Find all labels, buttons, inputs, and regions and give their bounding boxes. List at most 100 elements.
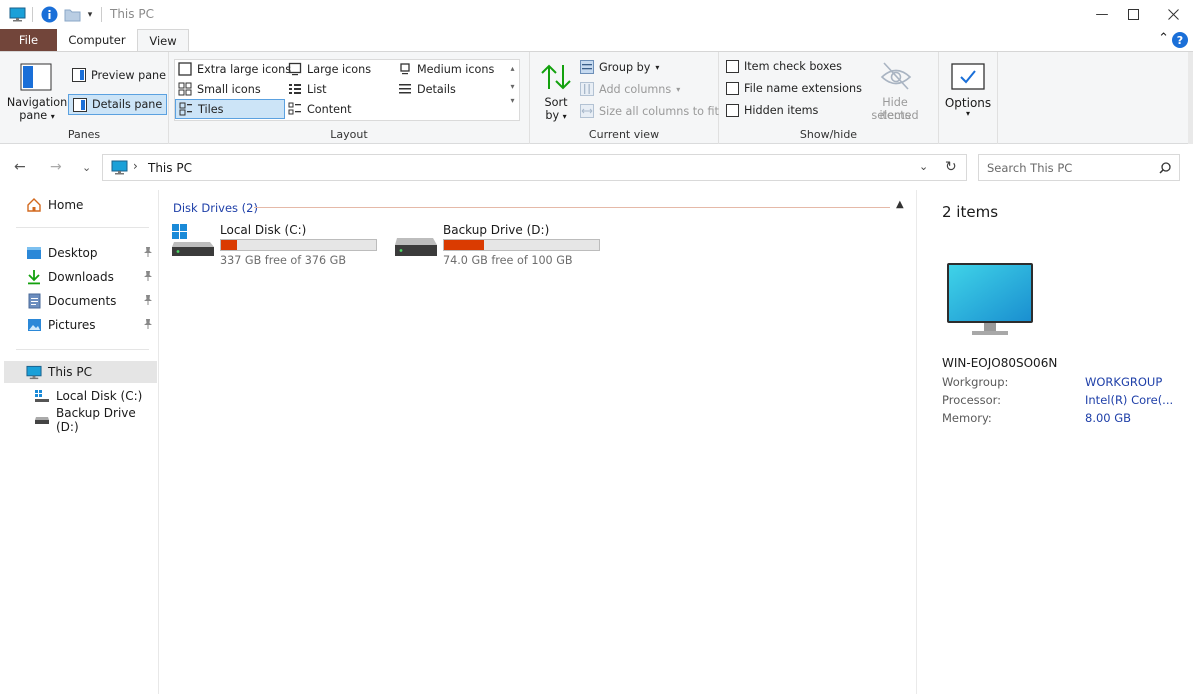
chevron-down-icon: ▾ [562, 112, 567, 121]
nav-item-label: Local Disk (C:) [56, 389, 143, 403]
pin-icon[interactable] [143, 246, 153, 261]
options-button[interactable]: Options ▾ [941, 60, 995, 122]
tab-file[interactable]: File [0, 29, 57, 51]
nav-item-pictures[interactable]: Pictures [4, 314, 157, 336]
collapse-group-icon[interactable]: ▲ [896, 199, 904, 210]
current-view-group-label: Current view [588, 128, 660, 141]
nav-item-label: Backup Drive (D:) [56, 406, 136, 434]
details-icon [399, 84, 411, 94]
breadcrumb-separator-icon[interactable]: › [133, 159, 138, 173]
back-arrow-icon[interactable]: ← [14, 159, 26, 175]
gallery-down-icon[interactable]: ▾ [506, 78, 519, 96]
large-icons-option[interactable]: Large icons [288, 62, 371, 76]
properties-icon[interactable] [40, 6, 58, 23]
pin-icon[interactable] [143, 294, 153, 309]
pin-icon[interactable] [143, 318, 153, 333]
preview-pane-label: Preview pane [91, 68, 167, 82]
ribbon: Navigation pane ▾ Preview pane Details p… [0, 51, 1193, 144]
preview-pane-button[interactable]: Preview pane [72, 68, 166, 82]
list-option[interactable]: List [288, 82, 327, 96]
file-name-extensions-toggle[interactable]: File name extensions [726, 82, 862, 95]
nav-item-label: This PC [48, 365, 92, 379]
search-input[interactable] [979, 155, 1149, 180]
this-pc-icon[interactable] [8, 6, 26, 23]
hidden-items-checkbox[interactable] [726, 104, 739, 117]
search-box[interactable] [978, 154, 1180, 181]
layout-group: Extra large icons Large icons Medium ico… [169, 52, 530, 144]
nav-item-desktop[interactable]: Desktop [4, 242, 157, 264]
medium-icons-option[interactable]: Medium icons [398, 62, 494, 76]
collapse-ribbon-icon[interactable]: ⌃ [1158, 31, 1169, 46]
nav-item-local-disk[interactable]: Local Disk (C:) [4, 385, 157, 407]
documents-icon [26, 293, 42, 309]
content-label: Content [307, 102, 352, 116]
forward-arrow-icon[interactable]: → [50, 159, 62, 175]
close-button[interactable] [1150, 0, 1193, 29]
search-icon[interactable] [1159, 162, 1171, 174]
local-disk-icon [34, 388, 50, 404]
home-icon [26, 197, 42, 213]
content-option[interactable]: Content [288, 102, 352, 116]
layout-group-label: Layout [330, 128, 368, 141]
item-check-boxes-checkbox[interactable] [726, 60, 739, 73]
tab-view[interactable]: View [137, 29, 189, 52]
drive-usage-bar [220, 239, 377, 251]
tiles-option[interactable]: Tiles [175, 99, 285, 119]
recent-locations-chevron-icon[interactable]: ⌄ [82, 161, 91, 174]
group-header[interactable]: Disk Drives (2) [173, 201, 258, 215]
prop-value-processor: Intel(R) Core(... [1085, 393, 1174, 407]
address-dropdown-chevron-icon[interactable]: ⌄ [919, 160, 928, 173]
nav-item-this-pc[interactable]: This PC [4, 361, 157, 383]
details-pane-button[interactable]: Details pane [68, 94, 168, 115]
drive-tile-d[interactable]: Backup Drive (D:) 74.0 GB free of 100 GB [393, 222, 603, 267]
breadcrumb-this-pc[interactable]: This PC [148, 161, 192, 175]
help-icon[interactable]: ? [1172, 32, 1188, 48]
nav-item-label: Documents [48, 294, 117, 308]
drive-usage-fill [221, 240, 238, 250]
hidden-items-toggle[interactable]: Hidden items [726, 104, 818, 117]
pin-icon[interactable] [143, 270, 153, 285]
windows-drive-icon [172, 224, 214, 256]
nav-item-backup-drive[interactable]: Backup Drive (D:) [4, 406, 157, 434]
new-folder-icon[interactable] [63, 6, 81, 23]
nav-item-home[interactable]: Home [4, 194, 157, 216]
list-icon [289, 84, 301, 94]
size-all-columns-label: Size all columns to fit [599, 104, 719, 118]
size-all-columns-button[interactable]: Size all columns to fit [580, 104, 719, 118]
add-columns-icon [580, 82, 594, 96]
current-view-group: Sort by ▾ Group by ▾ Add columns ▾ Size … [530, 52, 719, 144]
drive-usage-fill [444, 240, 485, 250]
gallery-up-icon[interactable]: ▴ [506, 60, 519, 78]
nav-item-documents[interactable]: Documents [4, 290, 157, 312]
group-by-button[interactable]: Group by ▾ [580, 60, 659, 74]
address-bar[interactable]: › This PC ⌄ ↻ [102, 154, 967, 181]
layout-gallery-scroll[interactable]: ▴ ▾ ▾ [506, 60, 519, 120]
nav-item-downloads[interactable]: Downloads [4, 266, 157, 288]
extra-large-icons-option[interactable]: Extra large icons [178, 62, 291, 76]
details-option[interactable]: Details [398, 82, 456, 96]
file-name-extensions-checkbox[interactable] [726, 82, 739, 95]
prop-key-workgroup: Workgroup: [942, 375, 1009, 389]
navigation-pane-label: Navigation [6, 96, 68, 109]
sort-icon [541, 64, 571, 90]
nav-item-label: Pictures [48, 318, 96, 332]
hide-selected-items-button[interactable]: Hide selected items [859, 58, 931, 122]
small-icons-label: Small icons [197, 82, 261, 96]
sort-by-button[interactable]: Sort by ▾ [536, 61, 576, 123]
item-count: 2 items [942, 203, 999, 221]
extra-large-icons-icon [178, 62, 192, 76]
add-columns-button[interactable]: Add columns ▾ [580, 82, 680, 96]
ribbon-scrollbar[interactable] [1188, 52, 1193, 144]
refresh-icon[interactable]: ↻ [945, 159, 957, 175]
item-check-boxes-toggle[interactable]: Item check boxes [726, 60, 842, 73]
customize-quick-access-icon[interactable]: ▾ [84, 6, 96, 23]
drive-tile-c[interactable]: Local Disk (C:) 337 GB free of 376 GB [170, 222, 380, 267]
navigation-pane-button[interactable]: Navigation pane ▾ [6, 61, 68, 123]
tab-computer[interactable]: Computer [57, 29, 137, 51]
sort-by-label: Sort [544, 96, 568, 109]
small-icons-option[interactable]: Small icons [178, 82, 261, 96]
title-bar: ▾ This PC — [0, 0, 1193, 29]
extra-large-icons-label: Extra large icons [197, 62, 292, 76]
gallery-more-icon[interactable]: ▾ [506, 96, 519, 106]
options-group: Options ▾ [939, 52, 998, 144]
